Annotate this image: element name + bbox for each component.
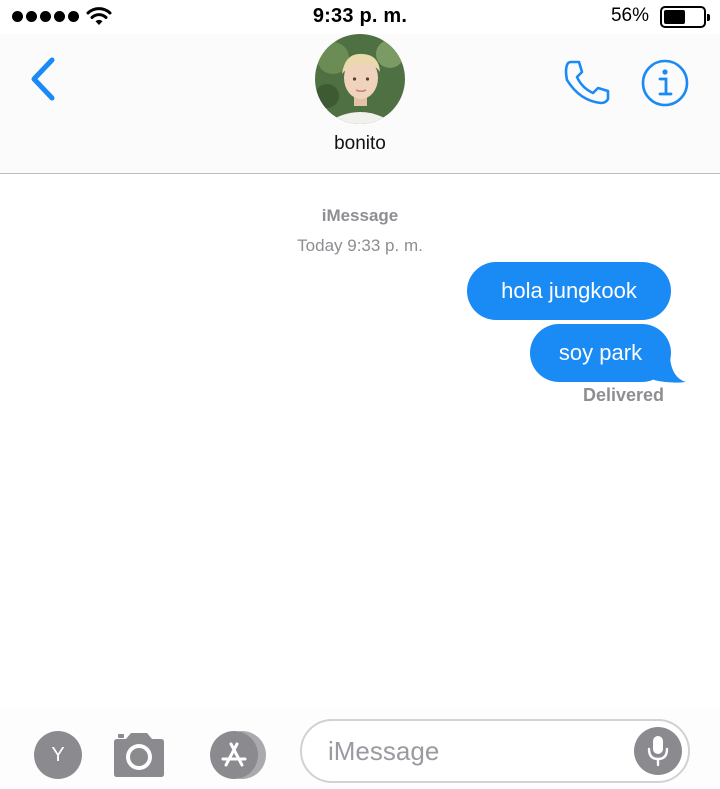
app-store-icon xyxy=(210,731,266,779)
battery-icon xyxy=(660,6,710,28)
message-input-bar: Y xyxy=(0,708,720,789)
info-button[interactable] xyxy=(640,58,690,108)
conversation-header: bonito xyxy=(0,34,720,174)
app-drawer-button[interactable]: Y xyxy=(34,731,82,779)
chevron-left-icon xyxy=(31,57,55,101)
call-button[interactable] xyxy=(558,56,614,110)
phone-icon xyxy=(564,60,610,105)
contact-name[interactable]: bonito xyxy=(0,133,720,155)
delivery-status: Delivered xyxy=(582,385,664,405)
app-store-button[interactable] xyxy=(204,729,272,781)
bubble-tail xyxy=(652,350,686,383)
camera-icon xyxy=(114,733,164,777)
battery-percent: 56% xyxy=(610,5,649,26)
avatar-photo xyxy=(315,34,405,124)
sent-message-bubble[interactable]: soy park xyxy=(530,324,671,382)
microphone-button[interactable] xyxy=(634,727,682,775)
app-letter: Y xyxy=(51,743,65,766)
contact-avatar[interactable] xyxy=(315,34,405,124)
sent-message-bubble[interactable]: hola jungkook xyxy=(467,262,671,320)
service-label: iMessage xyxy=(321,206,399,225)
microphone-icon xyxy=(647,736,669,767)
message-field[interactable] xyxy=(300,719,690,783)
status-bar: 9:33 p. m. 56% xyxy=(0,0,720,34)
info-icon xyxy=(641,59,689,107)
messages-screen: 9:33 p. m. 56% bonito iMessage Today 9:3… xyxy=(0,0,720,789)
conversation-timestamp: Today 9:33 p. m. xyxy=(297,236,423,255)
back-button[interactable] xyxy=(22,54,66,104)
battery-level-fill xyxy=(664,10,686,24)
message-input[interactable] xyxy=(328,721,628,781)
camera-button[interactable] xyxy=(110,730,168,778)
